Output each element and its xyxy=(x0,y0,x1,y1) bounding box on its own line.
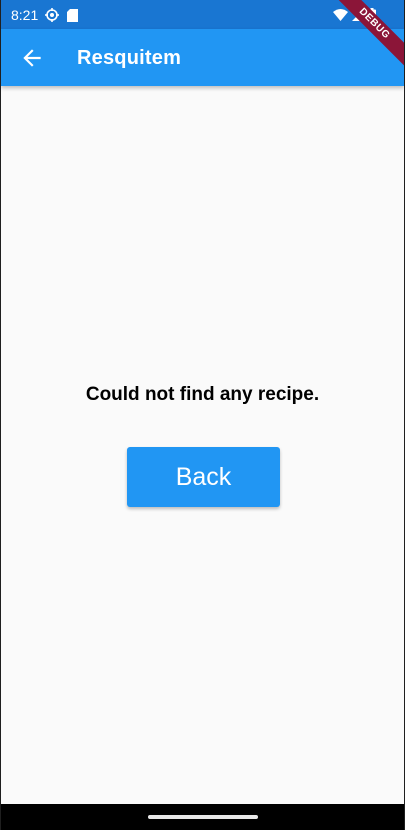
sd-card-icon xyxy=(67,8,78,27)
back-button[interactable]: Back xyxy=(127,447,280,507)
phone-screen: 8:21 Resquitem DEBUG Could not find any … xyxy=(1,0,404,830)
status-left-icons xyxy=(45,8,78,27)
app-bar: Resquitem xyxy=(1,29,404,86)
navigation-bar xyxy=(1,804,404,830)
page-title: Resquitem xyxy=(77,47,182,69)
settings-icon xyxy=(45,8,59,27)
wifi-icon xyxy=(333,8,348,26)
home-handle[interactable] xyxy=(148,815,258,819)
arrow-back-icon[interactable] xyxy=(19,45,45,71)
status-time: 8:21 xyxy=(11,7,39,23)
empty-state-message: Could not find any recipe. xyxy=(85,384,320,405)
